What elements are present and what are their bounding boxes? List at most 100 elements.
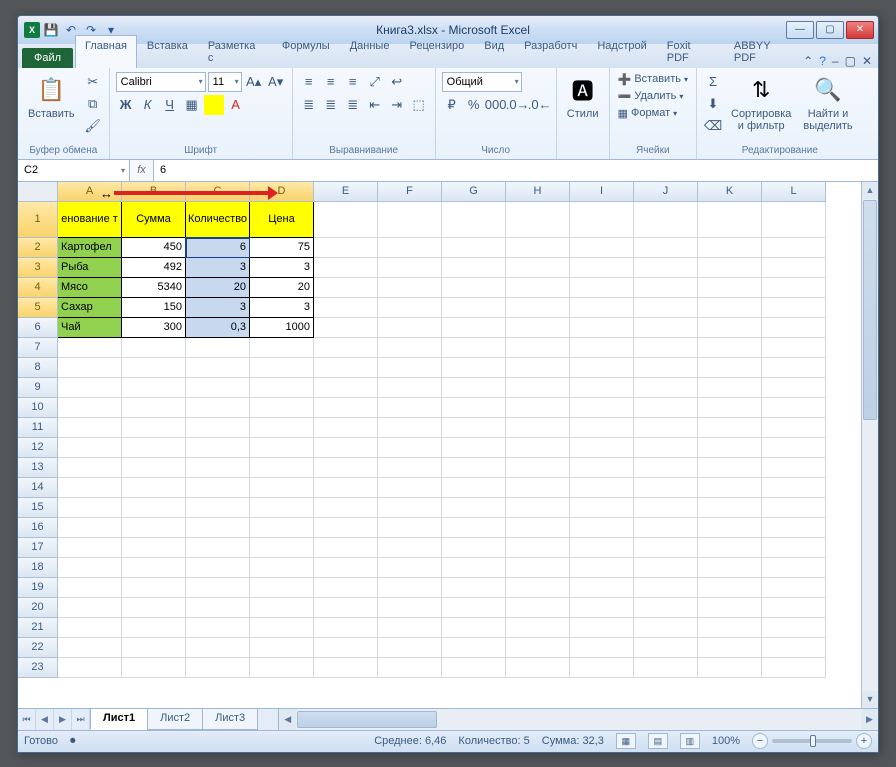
cell-J1[interactable] bbox=[634, 202, 698, 238]
cell-K3[interactable] bbox=[698, 258, 762, 278]
cell-B14[interactable] bbox=[122, 478, 186, 498]
cell-B4[interactable]: 5340 bbox=[122, 278, 186, 298]
cell-H3[interactable] bbox=[506, 258, 570, 278]
save-icon[interactable]: 💾 bbox=[42, 21, 60, 39]
cell-I11[interactable] bbox=[570, 418, 634, 438]
row-header-11[interactable]: 11 bbox=[18, 418, 58, 438]
orientation-icon[interactable]: ⤢ bbox=[365, 72, 385, 92]
cell-G18[interactable] bbox=[442, 558, 506, 578]
cell-L23[interactable] bbox=[762, 658, 826, 678]
cell-L22[interactable] bbox=[762, 638, 826, 658]
cell-D3[interactable]: 3 bbox=[250, 258, 314, 278]
cell-C20[interactable] bbox=[186, 598, 250, 618]
font-name-combo[interactable]: Calibri bbox=[116, 72, 206, 92]
cell-I13[interactable] bbox=[570, 458, 634, 478]
cell-H18[interactable] bbox=[506, 558, 570, 578]
cell-A11[interactable] bbox=[58, 418, 122, 438]
cell-H11[interactable] bbox=[506, 418, 570, 438]
cell-A13[interactable] bbox=[58, 458, 122, 478]
cell-A9[interactable] bbox=[58, 378, 122, 398]
column-header-G[interactable]: G bbox=[442, 182, 506, 202]
cell-H19[interactable] bbox=[506, 578, 570, 598]
ribbon-tab-2[interactable]: Разметка с bbox=[198, 35, 272, 68]
cell-J7[interactable] bbox=[634, 338, 698, 358]
cell-A19[interactable] bbox=[58, 578, 122, 598]
cell-I20[interactable] bbox=[570, 598, 634, 618]
cell-J11[interactable] bbox=[634, 418, 698, 438]
cell-D8[interactable] bbox=[250, 358, 314, 378]
cell-G17[interactable] bbox=[442, 538, 506, 558]
cell-K10[interactable] bbox=[698, 398, 762, 418]
cell-I8[interactable] bbox=[570, 358, 634, 378]
cell-K13[interactable] bbox=[698, 458, 762, 478]
cell-I18[interactable] bbox=[570, 558, 634, 578]
cell-F10[interactable] bbox=[378, 398, 442, 418]
number-format-combo[interactable]: Общий bbox=[442, 72, 522, 92]
cell-B11[interactable] bbox=[122, 418, 186, 438]
align-bottom-icon[interactable]: ≡ bbox=[343, 72, 363, 92]
ribbon-tab-0[interactable]: Главная bbox=[75, 35, 137, 68]
cell-H16[interactable] bbox=[506, 518, 570, 538]
cell-L19[interactable] bbox=[762, 578, 826, 598]
cell-F5[interactable] bbox=[378, 298, 442, 318]
row-header-17[interactable]: 17 bbox=[18, 538, 58, 558]
cell-E19[interactable] bbox=[314, 578, 378, 598]
column-header-H[interactable]: H bbox=[506, 182, 570, 202]
cell-D17[interactable] bbox=[250, 538, 314, 558]
cell-L11[interactable] bbox=[762, 418, 826, 438]
cell-B5[interactable]: 150 bbox=[122, 298, 186, 318]
cell-G14[interactable] bbox=[442, 478, 506, 498]
ribbon-tab-5[interactable]: Рецензиро bbox=[399, 35, 474, 68]
row-header-10[interactable]: 10 bbox=[18, 398, 58, 418]
cell-A10[interactable] bbox=[58, 398, 122, 418]
cell-D14[interactable] bbox=[250, 478, 314, 498]
ribbon-tab-7[interactable]: Разработч bbox=[514, 35, 587, 68]
view-normal-icon[interactable]: ▦ bbox=[616, 733, 636, 749]
delete-cells-button[interactable]: ➖Удалить bbox=[616, 89, 686, 104]
cell-D20[interactable] bbox=[250, 598, 314, 618]
column-header-D[interactable]: D bbox=[250, 182, 314, 202]
file-tab[interactable]: Файл bbox=[22, 48, 73, 68]
cell-A12[interactable] bbox=[58, 438, 122, 458]
cell-J22[interactable] bbox=[634, 638, 698, 658]
row-header-8[interactable]: 8 bbox=[18, 358, 58, 378]
cell-E6[interactable] bbox=[314, 318, 378, 338]
cell-C22[interactable] bbox=[186, 638, 250, 658]
cell-L14[interactable] bbox=[762, 478, 826, 498]
name-box[interactable]: C2 bbox=[18, 160, 130, 181]
cell-G11[interactable] bbox=[442, 418, 506, 438]
doc-minimize-icon[interactable]: – bbox=[832, 54, 839, 68]
cell-K11[interactable] bbox=[698, 418, 762, 438]
cell-I12[interactable] bbox=[570, 438, 634, 458]
cell-B1[interactable]: Сумма bbox=[122, 202, 186, 238]
cell-E9[interactable] bbox=[314, 378, 378, 398]
cell-C4[interactable]: 20 bbox=[186, 278, 250, 298]
cell-K21[interactable] bbox=[698, 618, 762, 638]
row-header-22[interactable]: 22 bbox=[18, 638, 58, 658]
cell-C15[interactable] bbox=[186, 498, 250, 518]
autosum-icon[interactable]: Σ bbox=[703, 72, 723, 92]
cell-L7[interactable] bbox=[762, 338, 826, 358]
vscroll-thumb[interactable] bbox=[863, 200, 877, 420]
cell-C2[interactable]: 6 bbox=[186, 238, 250, 258]
cell-I14[interactable] bbox=[570, 478, 634, 498]
cell-J19[interactable] bbox=[634, 578, 698, 598]
cell-I16[interactable] bbox=[570, 518, 634, 538]
cell-I10[interactable] bbox=[570, 398, 634, 418]
cell-A6[interactable]: Чай bbox=[58, 318, 122, 338]
cell-H23[interactable] bbox=[506, 658, 570, 678]
cell-E14[interactable] bbox=[314, 478, 378, 498]
cell-G10[interactable] bbox=[442, 398, 506, 418]
cell-E23[interactable] bbox=[314, 658, 378, 678]
cell-J8[interactable] bbox=[634, 358, 698, 378]
zoom-level[interactable]: 100% bbox=[712, 735, 740, 747]
cell-J5[interactable] bbox=[634, 298, 698, 318]
cell-D19[interactable] bbox=[250, 578, 314, 598]
cell-G7[interactable] bbox=[442, 338, 506, 358]
cell-H1[interactable] bbox=[506, 202, 570, 238]
cell-G23[interactable] bbox=[442, 658, 506, 678]
cell-L13[interactable] bbox=[762, 458, 826, 478]
cell-L2[interactable] bbox=[762, 238, 826, 258]
cell-A5[interactable]: Сахар bbox=[58, 298, 122, 318]
ribbon-tab-8[interactable]: Надстрой bbox=[587, 35, 656, 68]
